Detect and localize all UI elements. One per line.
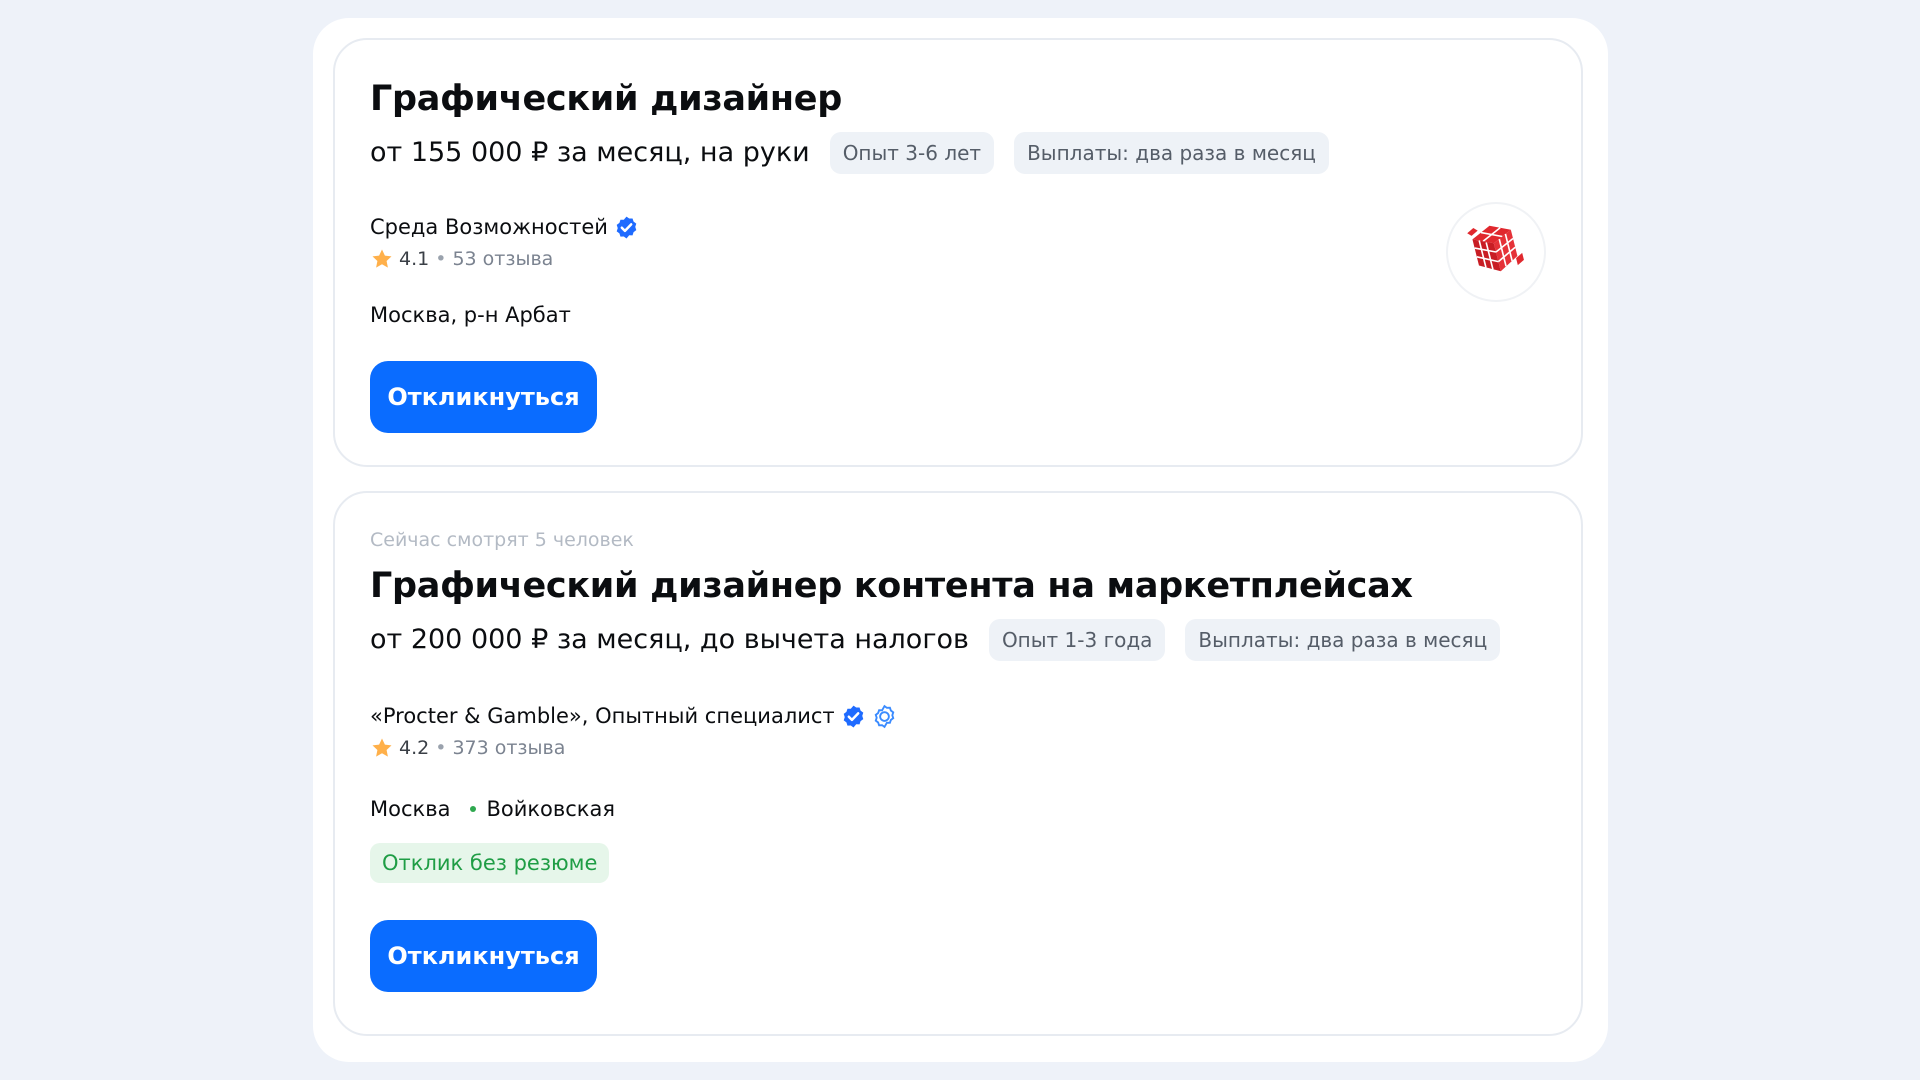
experience-chip: Опыт 1-3 года	[988, 619, 1166, 661]
location: Москва, р-н Арбат	[370, 301, 1546, 329]
payments-chip: Выплаты: два раза в месяц	[1014, 132, 1329, 174]
vacancy-list: Графический дизайнер от 155 000 ₽ за мес…	[313, 18, 1608, 1062]
star-icon	[370, 247, 394, 271]
rating-value: 4.2	[399, 737, 430, 759]
location: Москва Войковская	[370, 795, 1546, 823]
vacancy-card[interactable]: Сейчас смотрят 5 человек Графический диз…	[333, 491, 1583, 1036]
red-cube-logo-icon	[1467, 225, 1524, 272]
rating-row: 4.2 • 373 отзыва	[370, 735, 1546, 761]
payments-chip: Выплаты: два раза в месяц	[1185, 619, 1501, 661]
apply-button[interactable]: Откликнуться	[370, 920, 597, 992]
company-row: «Procter & Gamble», Опытный специалист	[370, 702, 1546, 730]
reviews-count[interactable]: 373 отзыва	[452, 737, 565, 759]
star-icon	[370, 736, 394, 760]
company-name[interactable]: Среда Возможностей	[370, 215, 608, 239]
verified-icon	[841, 704, 866, 729]
vacancy-title[interactable]: Графический дизайнер контента на маркетп…	[370, 564, 1546, 608]
salary: от 155 000 ₽ за месяц, на руки	[370, 137, 810, 168]
company-logo[interactable]	[1446, 202, 1546, 302]
separator-dot: •	[435, 737, 447, 759]
vacancy-title[interactable]: Графический дизайнер	[370, 77, 1546, 121]
apply-button[interactable]: Откликнуться	[370, 361, 597, 433]
watching-now: Сейчас смотрят 5 человек	[370, 529, 634, 551]
reviews-count[interactable]: 53 отзыва	[452, 248, 553, 270]
verified-icon	[614, 215, 639, 240]
city: Москва, р-н Арбат	[370, 303, 571, 327]
vacancy-card[interactable]: Графический дизайнер от 155 000 ₽ за мес…	[333, 38, 1583, 467]
trusted-employer-icon[interactable]	[872, 704, 897, 729]
salary: от 200 000 ₽ за месяц, до вычета налогов	[370, 624, 969, 655]
rating-value: 4.1	[399, 248, 430, 270]
salary-row: от 200 000 ₽ за месяц, до вычета налогов…	[370, 618, 1546, 662]
city: Москва	[370, 797, 451, 821]
salary-row: от 155 000 ₽ за месяц, на руки Опыт 3-6 …	[370, 131, 1546, 175]
separator-dot: •	[435, 248, 447, 270]
metro-line-icon	[470, 806, 477, 812]
rating-row: 4.1 • 53 отзыва	[370, 246, 1546, 272]
no-resume-badge: Отклик без резюме	[370, 843, 610, 883]
company-row: Среда Возможностей	[370, 213, 1546, 241]
experience-chip: Опыт 3-6 лет	[829, 132, 995, 174]
company-name[interactable]: «Procter & Gamble», Опытный специалист	[370, 704, 835, 728]
metro-station: Войковская	[486, 797, 615, 821]
